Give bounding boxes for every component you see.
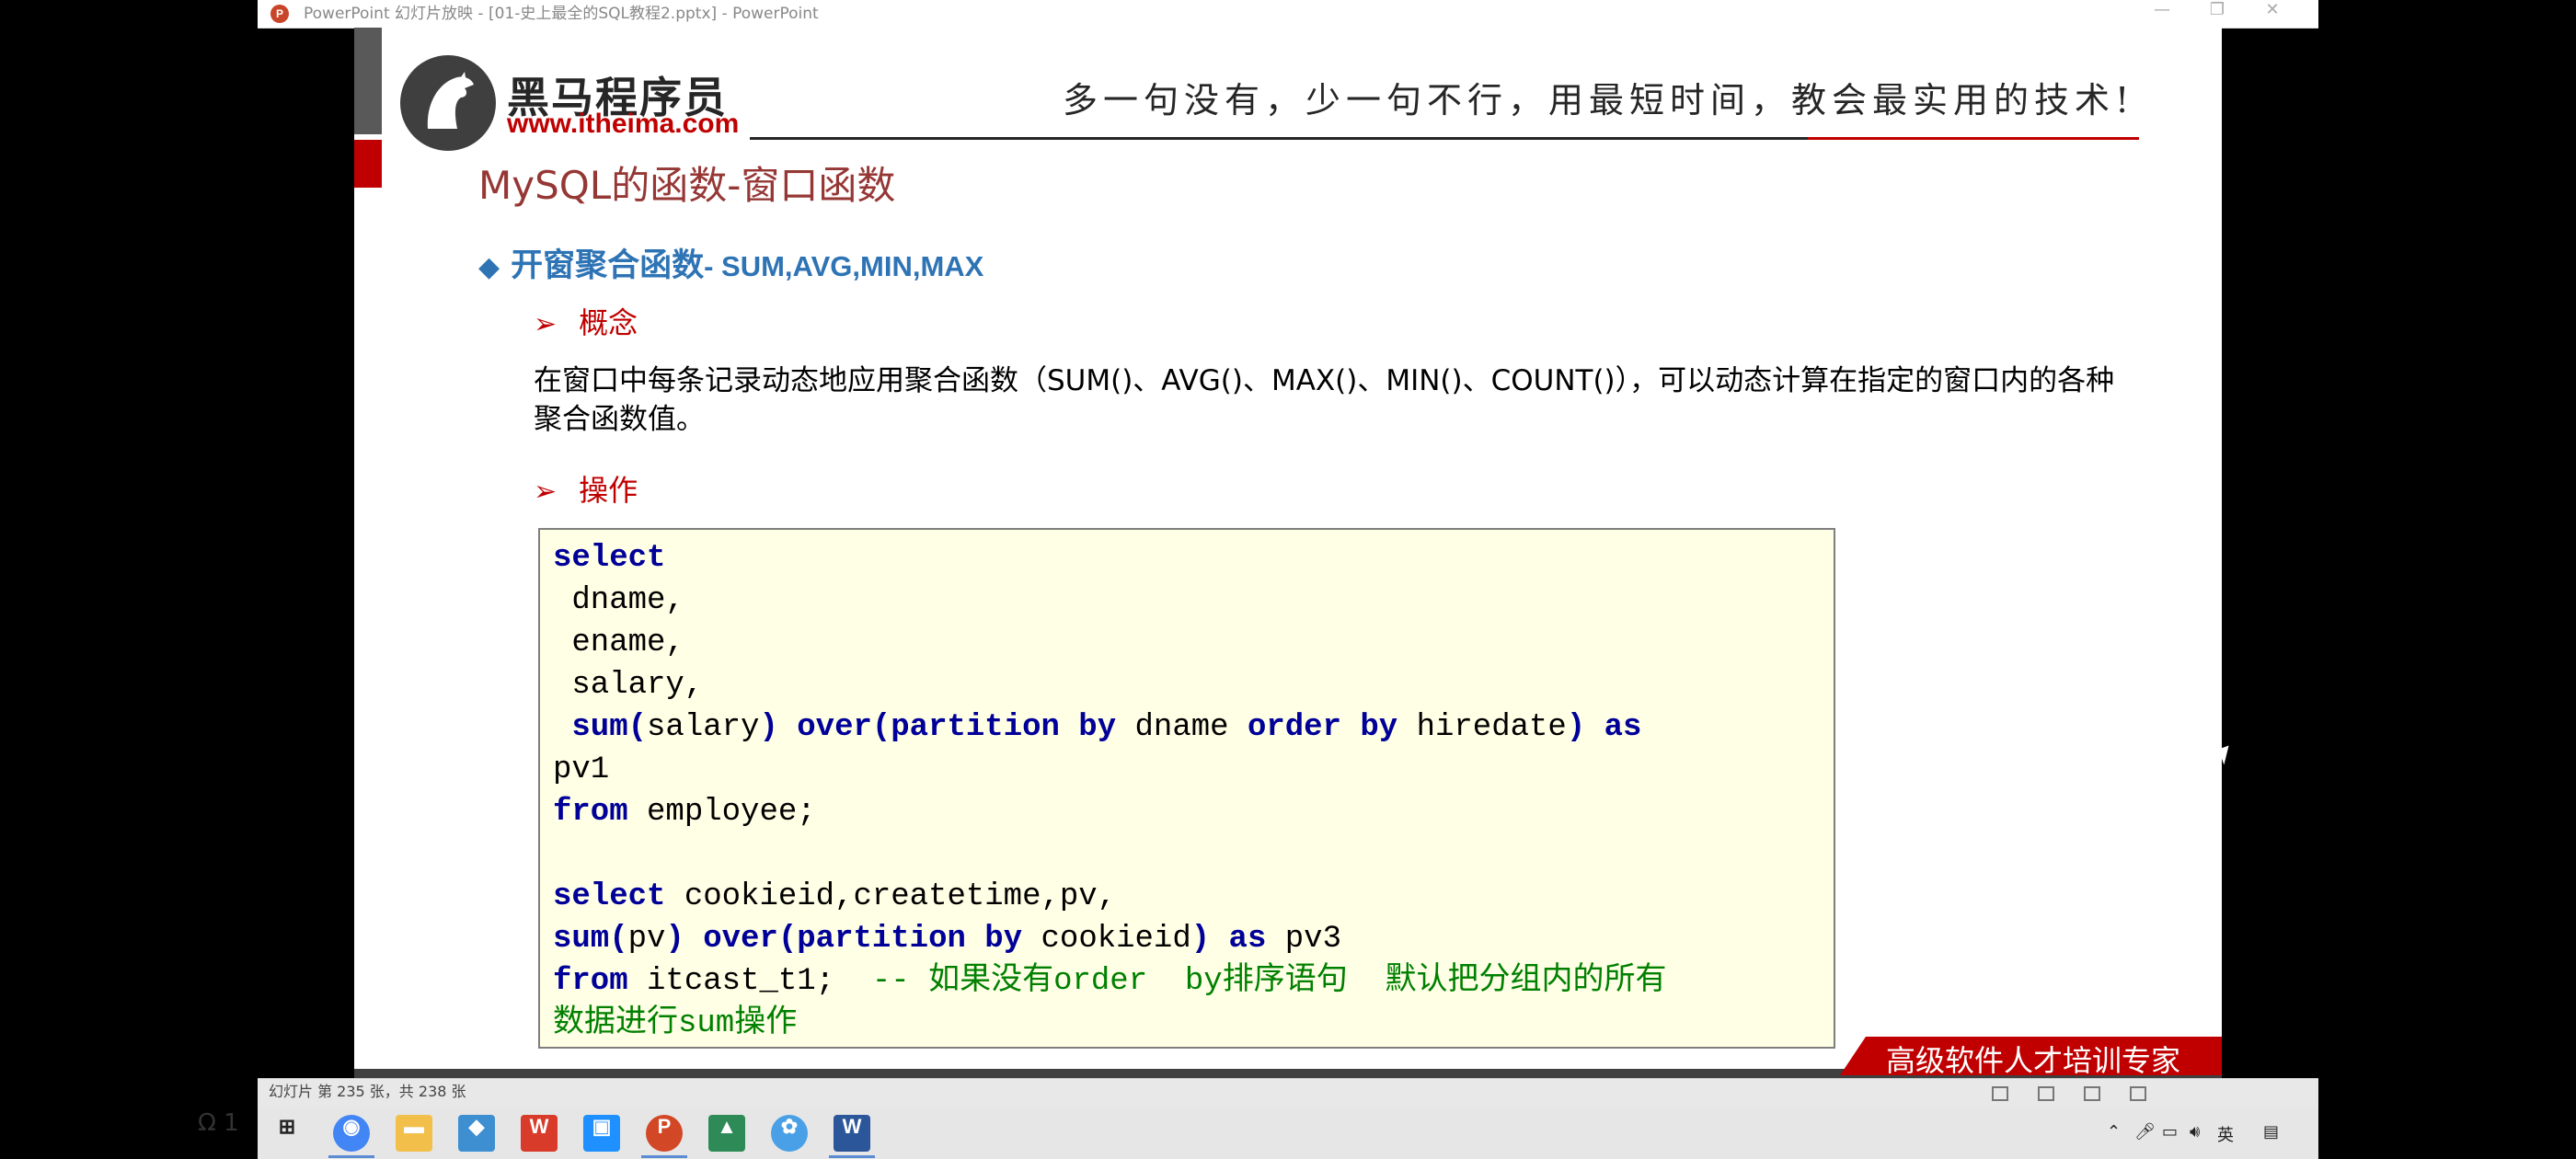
wps-icon[interactable]: W: [521, 1115, 558, 1152]
slide-title: MySQL的函数-窗口函数: [478, 163, 896, 208]
file-explorer-icon[interactable]: ▬: [396, 1115, 432, 1152]
concept-heading: ➢ 概念: [534, 300, 638, 342]
arrow-bullet-icon: ➢: [534, 308, 558, 340]
chrome-icon[interactable]: ◉: [333, 1115, 370, 1152]
operation-label: 操作: [579, 473, 638, 508]
windows-start-icon[interactable]: ⊞: [269, 1115, 305, 1152]
volume-icon[interactable]: 🔊︎: [2190, 1122, 2200, 1142]
operation-heading: ➢ 操作: [534, 467, 638, 510]
horse-logo-icon: [400, 55, 496, 151]
chevron-up-icon[interactable]: ⌃: [2107, 1122, 2121, 1142]
active-indicator: [641, 1155, 687, 1158]
footer-banner-text: 高级软件人才培训专家: [1886, 1043, 2181, 1078]
restore-button[interactable]: ❐: [2190, 0, 2245, 28]
app-icon[interactable]: ◆: [458, 1115, 495, 1152]
diamond-bullet-icon: ◆: [478, 251, 500, 283]
desktop-watermark: Ω 1: [198, 1109, 239, 1137]
arrow-bullet-icon: ➢: [534, 476, 558, 508]
active-indicator: [829, 1155, 875, 1158]
powerpoint-window: P PowerPoint 幻灯片放映 - [01-史上最全的SQL教程2.ppt…: [258, 0, 2318, 1159]
notification-icon[interactable]: ▤: [2263, 1122, 2279, 1142]
section-title: 开窗聚合函数: [511, 247, 705, 284]
slide-sorter-icon[interactable]: [2038, 1086, 2054, 1101]
taskbar: ⊞ ◉ ▬ ◆ W ▣ P ▲ ✿ W ⌃ 🎤︎ ▭ 🔊︎ 英 ▤: [258, 1107, 2318, 1159]
slide-canvas[interactable]: 黑马程序员 www.itheima.com 多一句没有，少一句不行，用最短时间，…: [354, 28, 2222, 1078]
section-subtitle: - SUM,AVG,MIN,MAX: [704, 250, 984, 282]
image-app-icon[interactable]: ▲: [708, 1115, 745, 1152]
close-button[interactable]: ✕: [2245, 0, 2300, 28]
status-bar: 幻灯片 第 235 张，共 238 张: [258, 1078, 2318, 1108]
concept-label: 概念: [579, 305, 638, 340]
minimize-button[interactable]: —: [2134, 0, 2190, 28]
powerpoint-taskbar-icon[interactable]: P: [646, 1115, 683, 1152]
normal-view-icon[interactable]: [1992, 1086, 2008, 1101]
header-divider: [750, 137, 1808, 140]
powerpoint-app-icon: P: [270, 5, 289, 23]
slide-counter: 幻灯片 第 235 张，共 238 张: [269, 1083, 466, 1100]
word-icon[interactable]: W: [834, 1115, 870, 1152]
decorative-bar: [354, 28, 382, 134]
decorative-bar-red: [354, 140, 382, 188]
code-block: select dname, ename, salary, sum(salary)…: [538, 528, 1835, 1049]
microphone-icon[interactable]: 🎤︎: [2134, 1122, 2156, 1142]
ime-icon[interactable]: 英: [2217, 1122, 2234, 1146]
sql-code: select dname, ename, salary, sum(salary)…: [553, 541, 1667, 1041]
slogan: 多一句没有，少一句不行，用最短时间，教会最实用的技术!: [1063, 80, 2135, 120]
brand-url: www.itheima.com: [507, 109, 740, 139]
reading-view-icon[interactable]: [2084, 1086, 2100, 1101]
section-heading: ◆ 开窗聚合函数- SUM,AVG,MIN,MAX: [478, 239, 983, 286]
window-title: PowerPoint 幻灯片放映 - [01-史上最全的SQL教程2.pptx]…: [304, 5, 819, 23]
header-divider-red: [1808, 137, 2139, 140]
active-indicator: [328, 1155, 374, 1158]
slideshow-icon[interactable]: [2130, 1086, 2146, 1101]
app-icon-3[interactable]: ✿: [771, 1115, 808, 1152]
concept-text: 在窗口中每条记录动态地应用聚合函数（SUM()、AVG()、MAX()、MIN(…: [534, 364, 2115, 436]
battery-icon[interactable]: ▭: [2162, 1122, 2178, 1142]
app-icon-2[interactable]: ▣: [583, 1115, 620, 1152]
title-bar: P PowerPoint 幻灯片放映 - [01-史上最全的SQL教程2.ppt…: [258, 0, 2318, 29]
